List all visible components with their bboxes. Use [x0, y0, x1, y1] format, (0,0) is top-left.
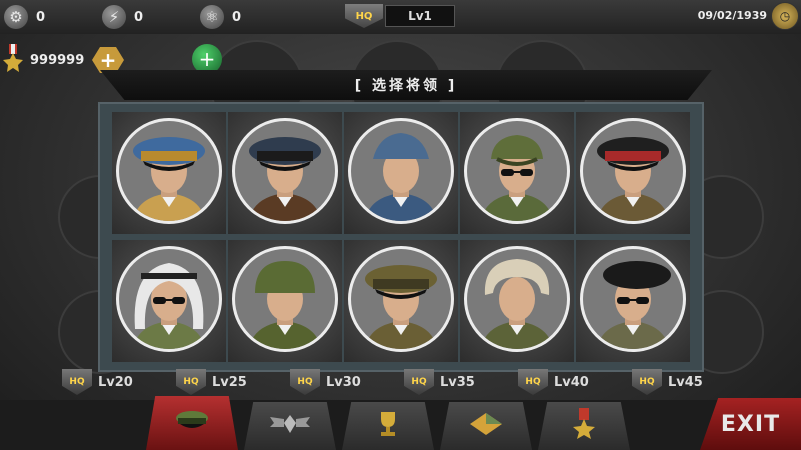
level-requirement: HQ Lv20: [62, 368, 133, 396]
hq-level[interactable]: HQ Lv1: [345, 3, 457, 29]
general-slot[interactable]: [460, 112, 574, 234]
resource-energy: ⚡ 0: [102, 4, 143, 30]
trophy-icon: [373, 409, 403, 443]
hq-badge: HQ: [290, 369, 320, 395]
level-label: Lv30: [326, 374, 361, 390]
add-general-button[interactable]: +: [192, 44, 222, 74]
money-value: 999999: [30, 53, 85, 68]
bottom-tab[interactable]: [244, 402, 336, 450]
general-cap-icon: [172, 408, 212, 438]
level-label: Lv35: [440, 374, 475, 390]
atom-count: 0: [232, 9, 242, 25]
general-portrait: [116, 118, 222, 224]
general-slot[interactable]: [112, 112, 226, 234]
level-row: HQ Lv20 HQ Lv25 HQ Lv30 HQ Lv35 HQ Lv40 HQ Lv45: [0, 368, 801, 396]
general-portrait: [464, 118, 570, 224]
general-portrait: [348, 246, 454, 352]
general-portrait: [580, 246, 686, 352]
hq-badge: HQ: [404, 369, 434, 395]
general-portrait: [232, 118, 338, 224]
clock-icon[interactable]: ◷: [771, 2, 799, 30]
general-slot[interactable]: [344, 112, 458, 234]
level-requirement: HQ Lv40: [518, 368, 589, 396]
bottom-tab[interactable]: [342, 402, 434, 450]
hq-badge: HQ: [176, 369, 206, 395]
level-label: Lv45: [668, 374, 703, 390]
plus-icon: +: [99, 48, 117, 72]
medal-icon: [571, 408, 597, 444]
level-label: Lv40: [554, 374, 589, 390]
general-portrait: [116, 246, 222, 352]
hq-level-value: Lv1: [385, 5, 455, 27]
general-grid: [112, 112, 690, 364]
level-requirement: HQ Lv25: [176, 368, 247, 396]
gear-count: 0: [36, 9, 46, 25]
atom-icon: ⚛: [200, 5, 224, 29]
level-requirement: HQ Lv35: [404, 368, 475, 396]
general-slot[interactable]: [576, 112, 690, 234]
general-slot[interactable]: [460, 240, 574, 362]
bottom-tab[interactable]: [538, 402, 630, 450]
diamond-icon: [468, 411, 504, 441]
general-slot[interactable]: [228, 112, 342, 234]
general-slot[interactable]: [576, 240, 690, 362]
level-label: Lv25: [212, 374, 247, 390]
gear-icon: ⚙: [4, 5, 28, 29]
game-date: 09/02/1939: [697, 9, 767, 22]
bottom-tab[interactable]: [440, 402, 532, 450]
wings-emblem-icon: [268, 411, 312, 441]
hq-badge: HQ: [345, 4, 383, 28]
plus-icon: +: [198, 47, 216, 71]
hq-badge: HQ: [518, 369, 548, 395]
general-slot[interactable]: [344, 240, 458, 362]
general-portrait: [580, 118, 686, 224]
lightning-icon: ⚡: [102, 5, 126, 29]
resource-atom: ⚛ 0: [200, 4, 241, 30]
general-portrait: [348, 118, 454, 224]
level-requirement: HQ Lv45: [632, 368, 703, 396]
general-portrait: [232, 246, 338, 352]
level-requirement: HQ Lv30: [290, 368, 361, 396]
general-slot[interactable]: [228, 240, 342, 362]
dialog-title: [ 选择将领 ]: [100, 70, 712, 100]
general-portrait: [464, 246, 570, 352]
resource-gear: ⚙ 0: [4, 4, 45, 30]
bottom-tab[interactable]: [146, 396, 238, 450]
hq-badge: HQ: [632, 369, 662, 395]
medal-icon: [3, 44, 23, 72]
energy-count: 0: [134, 9, 144, 25]
hq-badge: HQ: [62, 369, 92, 395]
general-slot[interactable]: [112, 240, 226, 362]
level-label: Lv20: [98, 374, 133, 390]
